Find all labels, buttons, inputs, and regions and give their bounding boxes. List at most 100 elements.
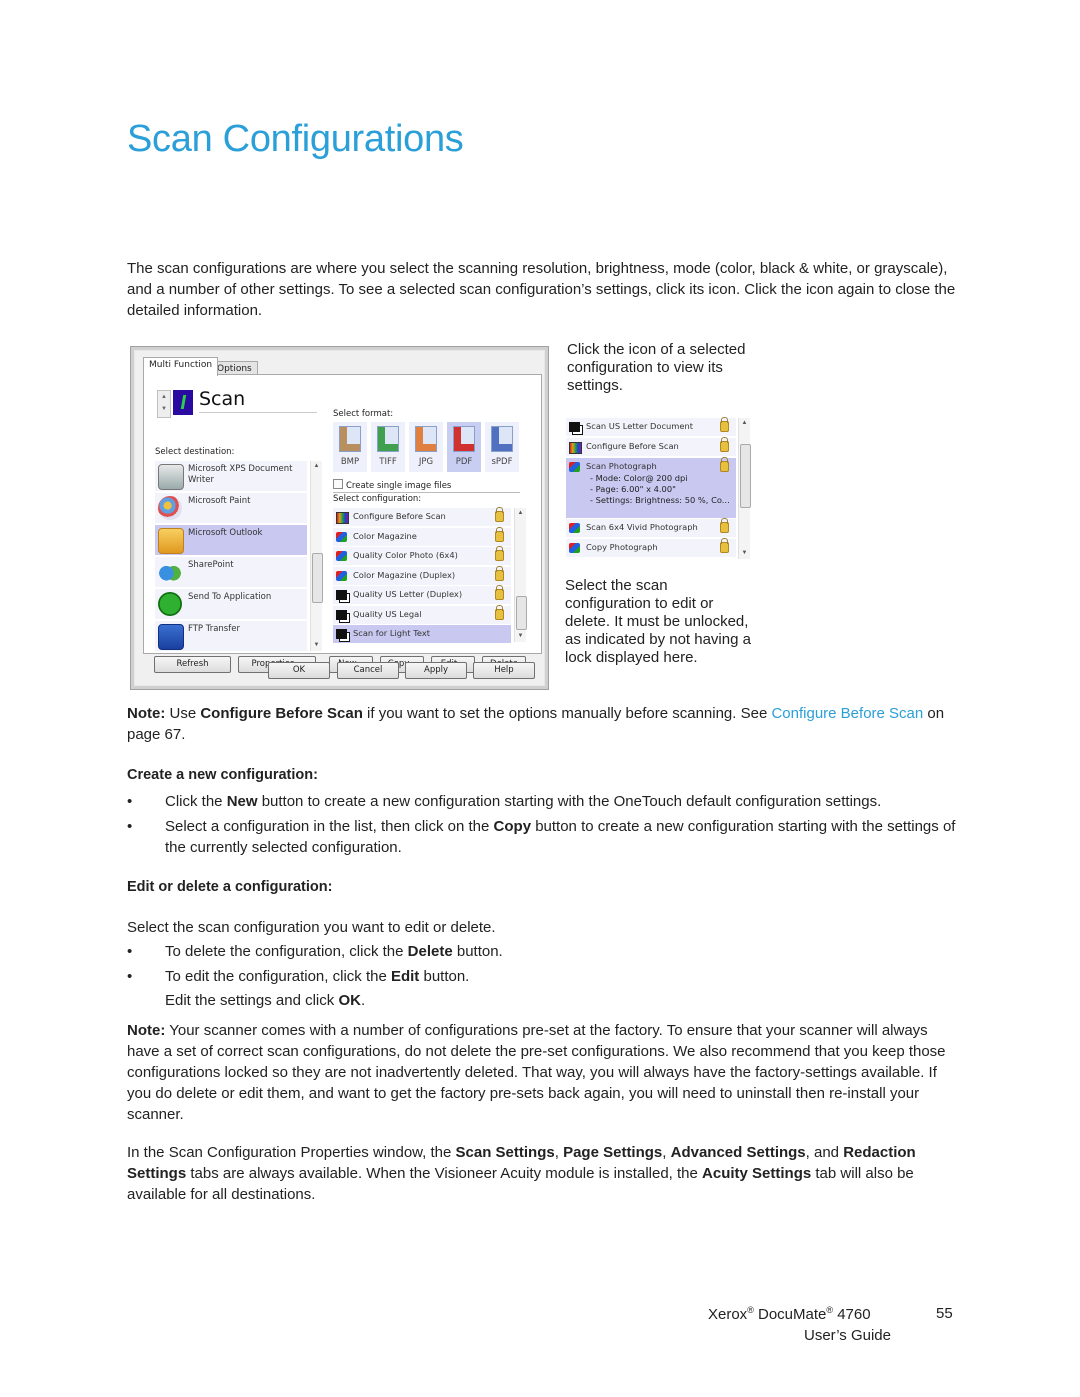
color-config-icon[interactable] bbox=[569, 462, 580, 472]
footer-guide: User’s Guide bbox=[804, 1327, 891, 1344]
scroll-down-icon[interactable]: ▼ bbox=[515, 631, 526, 642]
configuration-item[interactable]: Color Magazine (Duplex) bbox=[333, 565, 511, 586]
destination-item[interactable]: SharePoint bbox=[155, 557, 307, 588]
bullet-bold: Copy bbox=[493, 818, 532, 835]
configuration-item[interactable]: Configure Before Scan bbox=[566, 437, 736, 457]
format-label: JPG bbox=[418, 457, 434, 467]
destination-name: FTP Transfer bbox=[188, 624, 240, 634]
destination-list[interactable]: Microsoft XPS Document Writer Microsoft P… bbox=[155, 461, 310, 652]
note-label: Note: bbox=[127, 1022, 166, 1039]
format-option-bmp[interactable]: BMP bbox=[333, 422, 367, 472]
outlook-envelope-icon bbox=[158, 528, 184, 554]
format-option-tiff[interactable]: TIFF bbox=[371, 422, 405, 472]
lock-icon bbox=[495, 526, 504, 542]
printer-icon bbox=[158, 464, 184, 490]
bullet-text: button to create a new configuration sta… bbox=[257, 793, 882, 810]
config-detail-list[interactable]: Scan US Letter Document Configure Before … bbox=[565, 417, 751, 560]
followup-text: . bbox=[360, 992, 366, 1009]
configure-before-scan-link[interactable]: Configure Before Scan bbox=[771, 705, 923, 722]
scroll-up-icon[interactable]: ▲ bbox=[515, 508, 526, 519]
edit-heading: Edit or delete a configuration: bbox=[127, 879, 333, 895]
ok-button[interactable]: OK bbox=[268, 662, 330, 679]
configuration-list[interactable]: Configure Before Scan Color Magazine Quali… bbox=[333, 507, 525, 644]
configuration-item[interactable]: Scan 6x4 Vivid Photograph bbox=[566, 518, 736, 538]
configure-before-scan-icon[interactable] bbox=[569, 442, 582, 454]
scroll-thumb[interactable] bbox=[516, 596, 527, 630]
configuration-name: Scan 6x4 Vivid Photograph bbox=[586, 522, 698, 532]
callout-top: Click the icon of a selected configurati… bbox=[567, 341, 746, 394]
configuration-item[interactable]: Scan US Letter Document bbox=[566, 417, 736, 437]
bullet-text: Select a configuration in the list, then… bbox=[165, 818, 494, 835]
color-config-icon[interactable] bbox=[336, 531, 347, 542]
configuration-item[interactable]: Quality US Letter (Duplex) bbox=[333, 585, 511, 605]
color-config-icon[interactable] bbox=[336, 551, 347, 561]
destination-item[interactable]: FTP Transfer bbox=[155, 621, 307, 652]
color-config-icon[interactable] bbox=[569, 523, 580, 533]
configuration-item[interactable]: Scan Photograph - Mode: Color@ 200 dpi - P… bbox=[566, 457, 736, 519]
configuration-name: Quality US Legal bbox=[353, 608, 422, 619]
bullet-text: button. bbox=[452, 943, 503, 960]
configuration-scrollbar[interactable]: ▲ ▼ bbox=[514, 508, 527, 642]
configuration-name: Copy Photograph bbox=[586, 542, 658, 552]
help-button[interactable]: Help bbox=[473, 662, 535, 679]
para-bold: Page Settings bbox=[563, 1144, 663, 1161]
configuration-item[interactable]: Scan for Light Text bbox=[333, 625, 511, 644]
format-label: TIFF bbox=[379, 457, 397, 467]
configuration-item[interactable]: Quality Color Photo (6x4) bbox=[333, 546, 511, 566]
format-option-jpg[interactable]: JPG bbox=[409, 422, 443, 472]
bw-config-icon[interactable] bbox=[336, 590, 347, 600]
note-label: Note: bbox=[127, 705, 166, 722]
note-preset-configurations: Note: Your scanner comes with a number o… bbox=[127, 1020, 957, 1125]
color-config-icon[interactable] bbox=[336, 570, 347, 581]
bullet-item: • To delete the configuration, click the… bbox=[127, 941, 957, 962]
config-detail-scrollbar[interactable]: ▲ ▼ bbox=[738, 418, 751, 559]
destination-scrollbar[interactable]: ▲ ▼ bbox=[310, 461, 323, 651]
scan-button-icon bbox=[173, 390, 193, 415]
apply-button[interactable]: Apply bbox=[405, 662, 467, 679]
configuration-name: Scan Photograph bbox=[586, 461, 657, 471]
refresh-button[interactable]: Refresh bbox=[154, 656, 231, 673]
spin-up-icon[interactable]: ▲ bbox=[158, 391, 170, 403]
configuration-name: Quality Color Photo (6x4) bbox=[353, 550, 458, 560]
lock-icon bbox=[720, 518, 729, 533]
format-option-pdf[interactable]: PDF bbox=[447, 422, 481, 472]
configuration-name: Scan for Light Text bbox=[353, 628, 430, 638]
lock-icon bbox=[495, 585, 504, 600]
configuration-name: Configure Before Scan bbox=[353, 511, 446, 521]
checkbox-box[interactable] bbox=[333, 479, 343, 489]
scroll-up-icon[interactable]: ▲ bbox=[311, 461, 322, 472]
button-spinner[interactable]: ▲ ▼ bbox=[157, 390, 171, 418]
destination-item[interactable]: Microsoft Paint bbox=[155, 493, 307, 524]
configuration-item[interactable]: Configure Before Scan bbox=[333, 507, 511, 527]
tab-multi-function[interactable]: Multi Function bbox=[143, 357, 219, 376]
configuration-detail: - Settings: Brightness: 50 %, Co... bbox=[590, 495, 730, 505]
note-text: Use bbox=[165, 705, 201, 722]
bw-config-icon[interactable] bbox=[336, 629, 347, 639]
single-image-checkbox[interactable]: Create single image files bbox=[333, 479, 451, 491]
configuration-item[interactable]: Color Magazine bbox=[333, 526, 511, 547]
scroll-up-icon[interactable]: ▲ bbox=[739, 418, 750, 429]
bw-config-icon[interactable] bbox=[336, 609, 347, 620]
bw-config-icon[interactable] bbox=[569, 422, 580, 432]
format-option-spdf[interactable]: sPDF bbox=[485, 422, 519, 472]
scroll-down-icon[interactable]: ▼ bbox=[311, 640, 322, 651]
edit-intro: Select the scan configuration you want t… bbox=[127, 919, 496, 936]
configuration-item[interactable]: Copy Photograph bbox=[566, 538, 736, 558]
spin-down-icon[interactable]: ▼ bbox=[158, 403, 170, 415]
checkbox-label: Create single image files bbox=[346, 481, 452, 491]
destination-item[interactable]: Microsoft XPS Document Writer bbox=[155, 461, 307, 492]
configure-before-scan-icon[interactable] bbox=[336, 512, 349, 524]
destination-item[interactable]: Microsoft Outlook bbox=[155, 525, 307, 556]
destination-item[interactable]: Send To Application bbox=[155, 589, 307, 620]
color-config-icon[interactable] bbox=[569, 543, 580, 553]
button-name-label: Scan bbox=[199, 388, 317, 413]
cancel-button[interactable]: Cancel bbox=[337, 662, 399, 679]
ftp-transfer-icon bbox=[158, 624, 184, 650]
scroll-thumb[interactable] bbox=[312, 553, 323, 603]
configuration-item[interactable]: Quality US Legal bbox=[333, 604, 511, 625]
scroll-thumb[interactable] bbox=[740, 444, 751, 508]
scroll-down-icon[interactable]: ▼ bbox=[739, 548, 750, 559]
configuration-name: Color Magazine bbox=[353, 530, 417, 541]
bullet-item: • Click the New button to create a new c… bbox=[127, 791, 957, 812]
bullet-bold: Edit bbox=[390, 968, 420, 985]
